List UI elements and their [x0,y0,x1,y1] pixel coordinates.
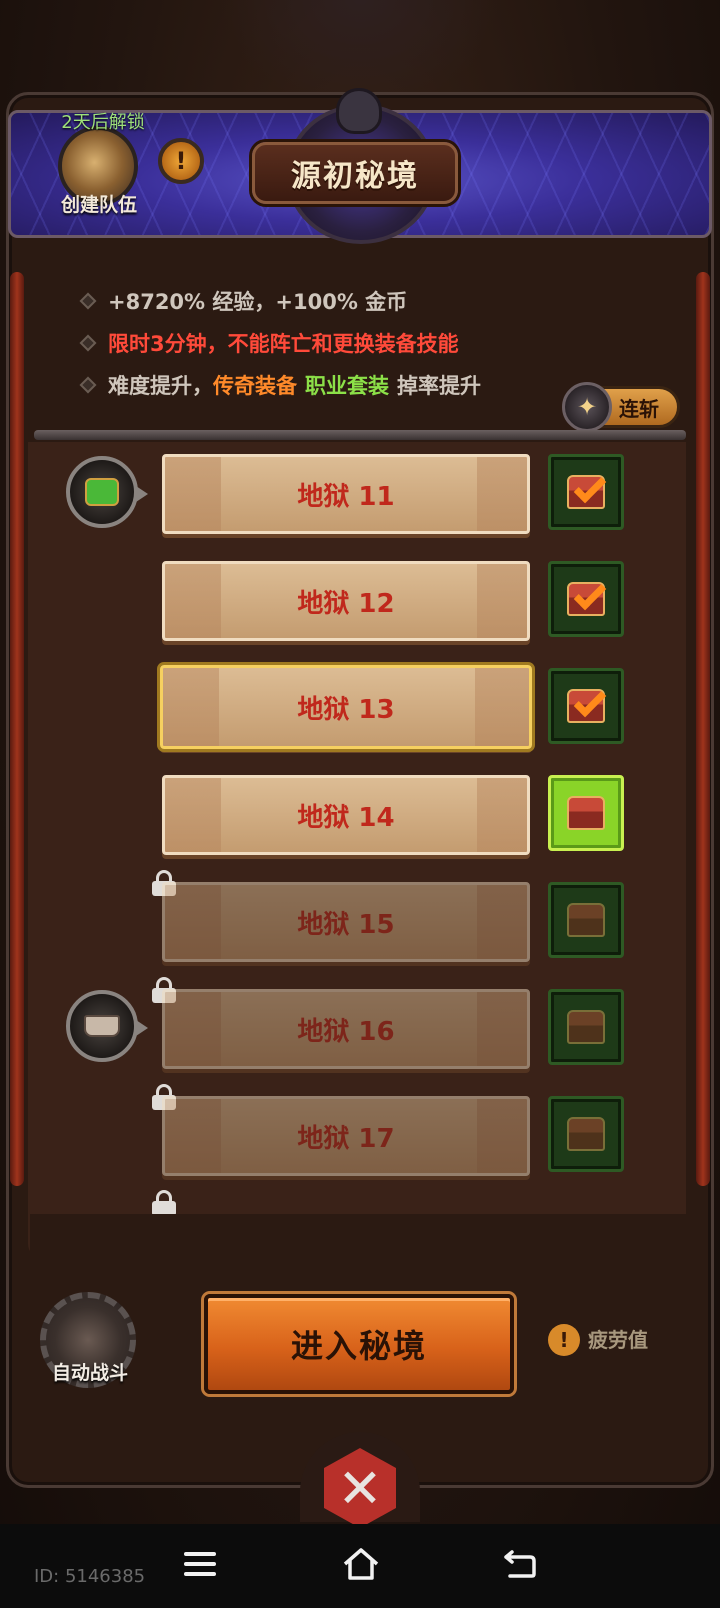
rule-text: 限时3分钟，不能阵亡和更换装备技能 [108,332,459,356]
anvil-reward-icon[interactable] [66,990,148,1062]
level-item-locked[interactable]: 地狱 15 [162,882,530,962]
level-item[interactable]: 地狱 11 [162,454,530,534]
menu-icon[interactable] [184,1552,216,1576]
chest-claimed-icon[interactable] [548,561,624,637]
description-line: 难度提升， 传奇装备 职业套装 掉率提升 [79,364,642,406]
fatigue-info-icon[interactable]: ! [548,1324,580,1356]
info-button[interactable]: ! [158,138,204,184]
chest-locked-icon[interactable] [548,1096,624,1172]
chest-claimed-icon[interactable] [548,668,624,744]
drop-text-suffix: 掉率提升 [397,374,481,398]
page-title: 源初秘境 [291,159,419,194]
description-line: +8720% 经验，+100% 金币 [79,280,642,322]
description-block: +8720% 经验，+100% 金币 限时3分钟，不能阵亡和更换装备技能 难度提… [79,280,642,406]
combo-label: 连斩 [619,396,659,421]
chest-claimed-icon[interactable] [548,454,624,530]
chest-available-icon[interactable] [548,775,624,851]
level-item-locked[interactable]: 地狱 16 [162,989,530,1069]
skull-icon [336,88,382,134]
unlock-countdown: 2天后解锁 [61,112,145,133]
bonus-text: +8720% 经验，+100% 金币 [108,290,408,314]
level-item-selected[interactable]: 地狱 13 [160,665,532,749]
create-team-label[interactable]: 创建队伍 [44,190,154,217]
bullet-icon [79,376,97,394]
list-fade [30,1214,686,1264]
back-icon[interactable] [502,1548,538,1580]
enter-realm-button[interactable]: 进入秘境 [204,1294,514,1394]
armor-reward-icon[interactable] [66,456,148,528]
star-icon: ✦ [562,382,612,432]
description-line: 限时3分钟，不能阵亡和更换装备技能 [79,322,642,364]
fatigue-label[interactable]: 疲劳值 [588,1324,648,1356]
class-set-text: 职业套装 [305,374,389,398]
level-item[interactable]: 地狱 14 [162,775,530,855]
chest-locked-icon[interactable] [548,989,624,1065]
level-item-locked[interactable]: 地狱 17 [162,1096,530,1176]
bullet-icon [79,334,97,352]
bullet-icon [79,292,97,310]
level-item[interactable]: 地狱 12 [162,561,530,641]
legend-gear-text: 传奇装备 [213,374,297,398]
right-rail [696,272,710,1186]
drop-text-prefix: 难度提升， [108,374,213,398]
left-rail [10,272,24,1186]
lock-icon [152,1190,176,1216]
chest-locked-icon[interactable] [548,882,624,958]
game-id-label: ID: 5146385 [34,1566,146,1587]
divider [34,430,686,440]
auto-battle-label[interactable]: 自动战斗 [30,1358,150,1385]
home-icon[interactable] [342,1546,380,1582]
